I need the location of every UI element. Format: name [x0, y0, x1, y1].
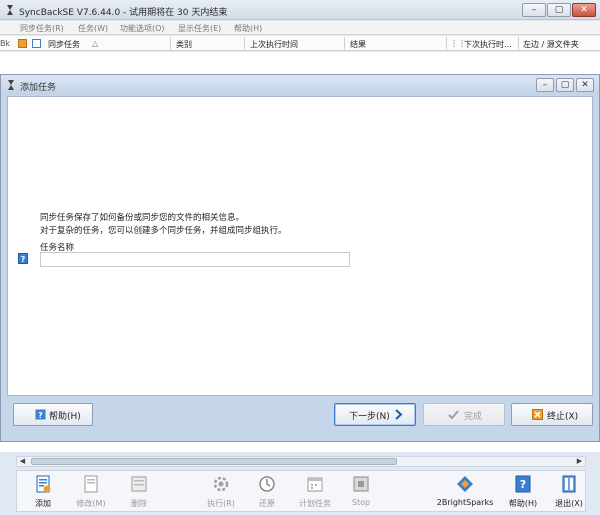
syncback-app-icon [7, 5, 13, 15]
dialog-help-label: 帮助(H) [49, 412, 81, 422]
modify-task-icon [84, 475, 98, 493]
description-line-2: 对于复杂的任务，您可以创建多个同步任务，并组成同步组执行。 [40, 226, 287, 236]
exit-button-label: 退出(X) [555, 499, 583, 508]
run-button-label: 执行(R) [207, 499, 235, 508]
exit-button[interactable]: 退出(X) [545, 473, 593, 511]
dialog-close-button[interactable]: ✕ [576, 78, 594, 92]
next-button-label: 下一步(N) [349, 412, 390, 422]
finish-button[interactable]: 完成 [423, 403, 505, 426]
dialog-title: 添加任务 [20, 83, 57, 93]
dialog-maximize-button[interactable]: ▢ [556, 78, 574, 92]
column-header-last-run[interactable]: 上次执行时间 [250, 39, 298, 50]
stop-button-label: Stop [351, 498, 371, 507]
help-icon: ? [35, 409, 46, 420]
description-line-1: 同步任务保存了如何备份或同步您的文件的相关信息。 [40, 213, 245, 223]
scroll-thumb[interactable] [31, 458, 397, 465]
abort-icon [532, 409, 543, 420]
scroll-left-icon[interactable]: ◀ [17, 457, 28, 466]
chevron-right-icon [395, 409, 403, 420]
task-list-header: Bk 同步任务 △ 类别 上次执行时间 结果 ⋮⋮ 下次执行时... 左边 / … [0, 36, 600, 51]
help-button-label: 帮助(H) [508, 499, 538, 508]
sort-arrow-icon: △ [92, 39, 99, 48]
add-button[interactable]: 添加 [19, 473, 67, 511]
column-header-source[interactable]: 左边 / 源文件夹 [523, 39, 579, 50]
help-icon: ? [515, 475, 531, 493]
modify-button-label: 修改(M) [76, 499, 106, 508]
menubar: 同步任务(R) 任务(W) 功能选项(O) 显示任务(E) 帮助(H) [0, 21, 600, 35]
add-task-dialog: 添加任务 – ▢ ✕ 同步任务保存了如何备份或同步您的文件的相关信息。 对于复杂… [0, 74, 600, 442]
schedule-button[interactable]: 计划任务 [291, 473, 339, 511]
minimize-button[interactable]: – [522, 3, 546, 17]
menu-show-tasks[interactable]: 显示任务(E) [178, 23, 221, 34]
help-button[interactable]: ? 帮助(H) [499, 473, 547, 511]
field-help-icon[interactable]: ? [18, 253, 28, 264]
main-titlebar: SyncBackSE V7.6.44.0 - 试用期将在 30 天内结束 – ▢… [0, 0, 600, 20]
cancel-button-label: 终止(X) [547, 412, 579, 422]
modify-button[interactable]: 修改(M) [67, 473, 115, 511]
orange-marker-icon [18, 39, 27, 48]
main-toolbar: 添加 修改(M) 删除 执行(R) 还原 计划任务 Stop 2BrightSp… [16, 470, 586, 512]
gear-icon [213, 476, 229, 492]
next-button[interactable]: 下一步(N) [334, 403, 416, 426]
add-button-label: 添加 [35, 499, 51, 508]
dialog-body: 同步任务保存了如何备份或同步您的文件的相关信息。 对于复杂的任务，您可以创建多个… [7, 96, 593, 396]
cancel-button[interactable]: 终止(X) [511, 403, 593, 426]
play-marker-icon [32, 39, 41, 48]
menu-sync-tasks[interactable]: 同步任务(R) [20, 23, 64, 34]
finish-button-label: 完成 [464, 412, 483, 422]
stop-button[interactable]: Stop [337, 473, 385, 511]
syncback-dialog-icon [8, 80, 14, 90]
calendar-icon [307, 477, 323, 492]
dialog-minimize-button[interactable]: – [536, 78, 554, 92]
scroll-right-icon[interactable]: ▶ [574, 457, 585, 466]
svg-text:?: ? [38, 411, 43, 420]
svg-text:?: ? [520, 478, 526, 491]
column-header-next-run[interactable]: 下次执行时... [464, 39, 512, 50]
menu-help[interactable]: 帮助(H) [234, 23, 262, 34]
dialog-help-button[interactable]: ? 帮助(H) [13, 403, 93, 426]
clock-icon [259, 476, 275, 492]
column-header-category[interactable]: 类别 [176, 39, 192, 50]
stop-icon [353, 476, 369, 492]
delete-button[interactable]: 删除 [115, 473, 163, 511]
maximize-button[interactable]: ▢ [547, 3, 571, 17]
exit-door-icon [562, 475, 576, 493]
task-name-input[interactable] [40, 252, 350, 267]
column-header-sync-task[interactable]: 同步任务 [48, 39, 80, 50]
dialog-titlebar: 添加任务 – ▢ ✕ [1, 75, 599, 95]
2brightsparks-label: 2BrightSparks [436, 498, 494, 507]
restore-button[interactable]: 还原 [243, 473, 291, 511]
2brightsparks-button[interactable]: 2BrightSparks [431, 473, 499, 511]
add-task-icon [36, 475, 51, 493]
menu-options[interactable]: 功能选项(O) [120, 23, 165, 34]
menu-task[interactable]: 任务(W) [78, 23, 108, 34]
close-button[interactable]: ✕ [572, 3, 596, 17]
column-header-result[interactable]: 结果 [350, 39, 366, 50]
checkmark-icon [448, 410, 459, 420]
cut-column-label: Bk [0, 39, 11, 48]
horizontal-scrollbar[interactable]: ◀ ▶ [16, 456, 586, 467]
delete-button-label: 删除 [131, 499, 147, 508]
restore-button-label: 还原 [259, 499, 275, 508]
schedule-button-label: 计划任务 [299, 499, 331, 508]
main-window-title: SyncBackSE V7.6.44.0 - 试用期将在 30 天内结束 [19, 8, 228, 18]
dialog-footer: ? 帮助(H) 下一步(N) 完成 终止(X) [1, 397, 599, 441]
run-button[interactable]: 执行(R) [197, 473, 245, 511]
delete-task-icon [131, 476, 147, 492]
2brightsparks-logo-icon [457, 476, 473, 492]
